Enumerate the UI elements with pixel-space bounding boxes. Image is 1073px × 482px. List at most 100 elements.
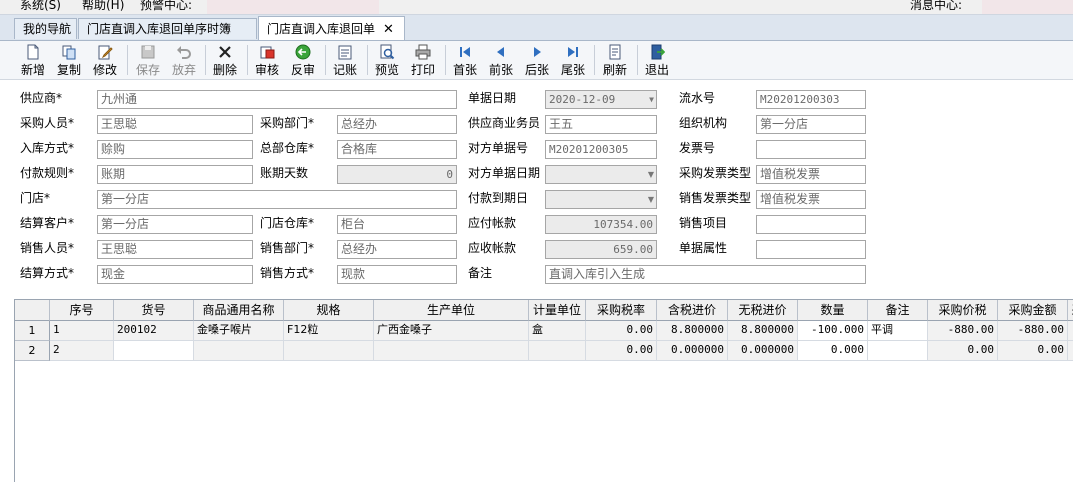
table-cell[interactable]: -100.000 — [798, 321, 868, 341]
edit-button[interactable]: 修改 — [91, 42, 119, 78]
settle-method-field[interactable]: 现金 — [97, 265, 253, 284]
chevron-down-icon[interactable]: ▼ — [649, 91, 654, 108]
message-center-box[interactable] — [982, 0, 1073, 14]
column-header[interactable]: 规格 — [284, 300, 374, 321]
table-cell[interactable]: -880.00 — [998, 321, 1068, 341]
column-header[interactable]: 采购价税 — [928, 300, 998, 321]
column-header[interactable]: 货号 — [114, 300, 194, 321]
receivable-field[interactable]: 659.00 — [545, 240, 657, 259]
delete-button[interactable]: 删除 — [211, 42, 239, 78]
column-header[interactable]: 含税进价 — [657, 300, 728, 321]
table-cell[interactable]: 0.000000 — [657, 341, 728, 361]
unapprove-button[interactable]: 反审 — [289, 42, 317, 78]
table-cell[interactable]: 盒 — [529, 321, 586, 341]
table-cell[interactable]: 0.000000 — [728, 341, 798, 361]
buyer-field[interactable]: 王思聪 — [97, 115, 253, 134]
column-header[interactable]: 备注 — [868, 300, 928, 321]
exit-button[interactable]: 退出 — [643, 42, 671, 78]
invoice-no-field[interactable] — [756, 140, 866, 159]
table-cell[interactable] — [194, 341, 284, 361]
table-cell[interactable]: 平调 — [868, 321, 928, 341]
grid-corner[interactable] — [15, 300, 50, 321]
close-icon[interactable]: ✕ — [383, 22, 394, 37]
table-cell[interactable]: 0.00 — [998, 341, 1068, 361]
discard-button[interactable]: 放弃 — [170, 42, 198, 78]
row-header[interactable]: 2 — [15, 341, 50, 361]
table-cell[interactable] — [114, 341, 194, 361]
settle-customer-field[interactable]: 第一分店 — [97, 215, 253, 234]
post-button[interactable]: 记账 — [331, 42, 359, 78]
table-cell[interactable] — [1068, 341, 1073, 361]
sales-invoice-type-field[interactable]: 增值税发票 — [756, 190, 866, 209]
table-cell[interactable]: -880.00 — [928, 321, 998, 341]
alert-center-box[interactable] — [207, 0, 379, 14]
in-method-field[interactable]: 赊购 — [97, 140, 253, 159]
credit-days-field[interactable]: 0 — [337, 165, 457, 184]
purchase-invoice-type-field[interactable]: 增值税发票 — [756, 165, 866, 184]
table-cell[interactable]: 2 — [50, 341, 114, 361]
next-button[interactable]: 后张 — [523, 42, 551, 78]
table-cell[interactable]: 广西金嗓子 — [374, 321, 529, 341]
table-cell[interactable]: 0.00 — [586, 341, 657, 361]
column-header[interactable]: 序号 — [50, 300, 114, 321]
table-cell[interactable]: 200102 — [114, 321, 194, 341]
doc-attr-field[interactable] — [756, 240, 866, 259]
table-cell[interactable]: 8.800000 — [657, 321, 728, 341]
tab-my-navigation[interactable]: 我的导航 — [14, 18, 77, 39]
table-cell[interactable]: 1 — [50, 321, 114, 341]
remark-field[interactable]: 直调入库引入生成 — [545, 265, 866, 284]
store-field[interactable]: 第一分店 — [97, 190, 457, 209]
table-cell[interactable] — [374, 341, 529, 361]
purchase-dept-field[interactable]: 总经办 — [337, 115, 457, 134]
row-header[interactable]: 1 — [15, 321, 50, 341]
hq-warehouse-field[interactable]: 合格库 — [337, 140, 457, 159]
menu-system[interactable]: 系统(S) — [20, 0, 61, 13]
chevron-down-icon[interactable]: ▼ — [648, 191, 654, 208]
table-cell[interactable] — [868, 341, 928, 361]
table-cell[interactable]: 0.000 — [798, 341, 868, 361]
table-cell[interactable]: 8.800000 — [728, 321, 798, 341]
tab-return-list[interactable]: 门店直调入库退回单序时簿 — [78, 18, 257, 39]
chevron-down-icon[interactable]: ▼ — [648, 166, 654, 183]
column-header[interactable]: 无税进价 — [728, 300, 798, 321]
menu-help[interactable]: 帮助(H) — [82, 0, 124, 13]
pay-due-date-field[interactable]: ▼ — [545, 190, 657, 209]
new-button[interactable]: 新增 — [19, 42, 47, 78]
table-cell[interactable]: 金嗓子喉片 — [194, 321, 284, 341]
store-warehouse-field[interactable]: 柜台 — [337, 215, 457, 234]
approve-button[interactable]: 审核 — [253, 42, 281, 78]
pay-rule-field[interactable]: 账期 — [97, 165, 253, 184]
counter-doc-date-field[interactable]: ▼ — [545, 165, 657, 184]
column-header[interactable]: 数量 — [798, 300, 868, 321]
table-cell[interactable] — [284, 341, 374, 361]
sales-person-field[interactable]: 王思聪 — [97, 240, 253, 259]
tab-return-doc[interactable]: 门店直调入库退回单 ✕ — [258, 16, 405, 40]
column-header[interactable]: 采 — [1068, 300, 1073, 321]
column-header[interactable]: 生产单位 — [374, 300, 529, 321]
sales-dept-field[interactable]: 总经办 — [337, 240, 457, 259]
org-field[interactable]: 第一分店 — [756, 115, 866, 134]
refresh-button[interactable]: 刷新 — [601, 42, 629, 78]
table-cell[interactable] — [529, 341, 586, 361]
prev-button[interactable]: 前张 — [487, 42, 515, 78]
sales-item-field[interactable] — [756, 215, 866, 234]
save-button[interactable]: 保存 — [134, 42, 162, 78]
counter-doc-no-field[interactable]: M20201200305 — [545, 140, 657, 159]
doc-date-field[interactable]: 2020-12-09 ▼ — [545, 90, 657, 109]
print-button[interactable]: 打印 — [409, 42, 437, 78]
copy-button[interactable]: 复制 — [55, 42, 83, 78]
last-button[interactable]: 尾张 — [559, 42, 587, 78]
serial-no-field[interactable]: M20201200303 — [756, 90, 866, 109]
payable-field[interactable]: 107354.00 — [545, 215, 657, 234]
column-header[interactable]: 商品通用名称 — [194, 300, 284, 321]
column-header[interactable]: 采购金额 — [998, 300, 1068, 321]
column-header[interactable]: 采购税率 — [586, 300, 657, 321]
table-cell[interactable]: F12粒 — [284, 321, 374, 341]
preview-button[interactable]: 预览 — [373, 42, 401, 78]
table-cell[interactable]: 0.00 — [928, 341, 998, 361]
table-cell[interactable] — [1068, 321, 1073, 341]
supplier-field[interactable]: 九州通 — [97, 90, 457, 109]
sales-method-field[interactable]: 现款 — [337, 265, 457, 284]
supplier-clerk-field[interactable]: 王五 — [545, 115, 657, 134]
first-button[interactable]: 首张 — [451, 42, 479, 78]
